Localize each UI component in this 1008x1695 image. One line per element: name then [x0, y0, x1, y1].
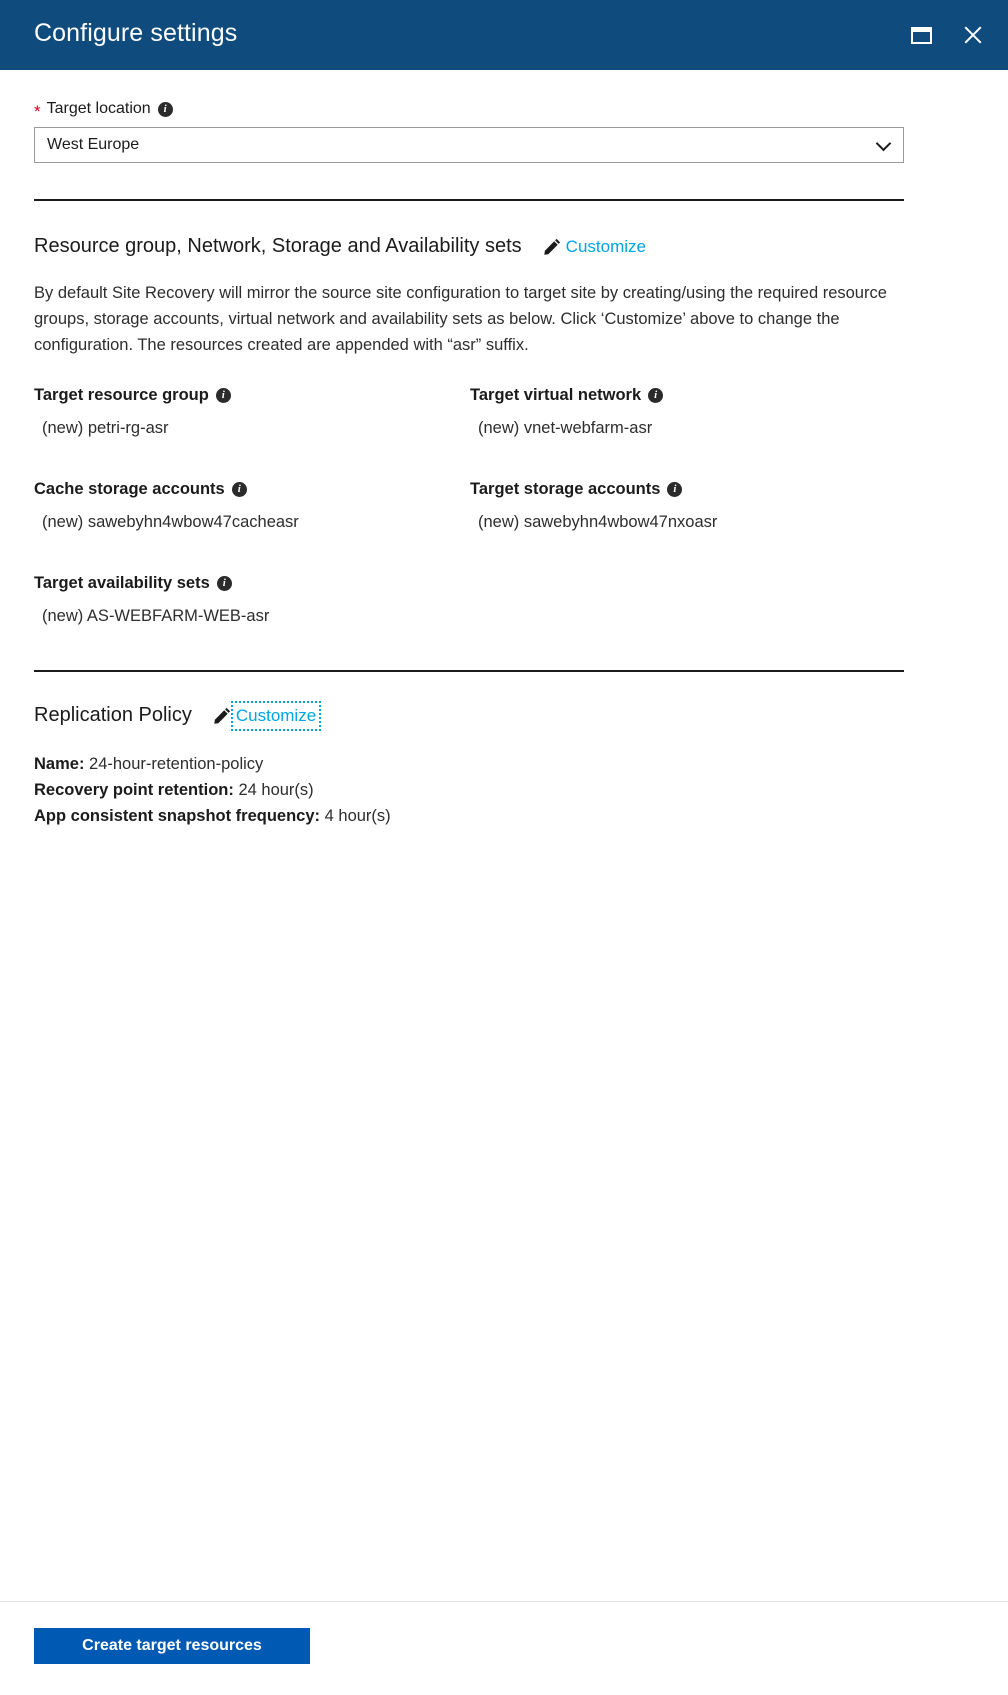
policy-snapshot-label: App consistent snapshot frequency:: [34, 807, 321, 825]
create-target-resources-button[interactable]: Create target resources: [34, 1628, 310, 1664]
target-virtual-network-cell: Target virtual network i (new) vnet-webf…: [470, 386, 906, 438]
info-icon[interactable]: i: [157, 101, 173, 117]
empty-cell: [470, 574, 906, 626]
maximize-icon: [910, 26, 932, 44]
grid-spacer: [470, 438, 906, 480]
divider-top: [34, 199, 904, 201]
required-marker: *: [34, 101, 41, 121]
close-button[interactable]: [956, 18, 990, 52]
cache-storage-accounts-value: (new) sawebyhn4wbow47cacheasr: [42, 513, 299, 531]
resources-section-description: By default Site Recovery will mirror the…: [34, 284, 887, 354]
page-title: Configure settings: [34, 18, 238, 47]
blade-header: Configure settings: [0, 0, 1008, 70]
target-resource-group-value: (new) petri-rg-asr: [42, 419, 169, 437]
target-availability-sets-label: Target availability sets: [34, 574, 210, 592]
policy-name-value: 24-hour-retention-policy: [89, 755, 264, 773]
target-resources-grid: Target resource group i (new) petri-rg-a…: [34, 386, 974, 626]
resources-section-header: Resource group, Network, Storage and Ava…: [34, 235, 974, 258]
target-virtual-network-label: Target virtual network: [470, 386, 642, 404]
replication-policy-details: Name: 24-hour-retention-policy Recovery …: [34, 751, 974, 829]
policy-retention-label: Recovery point retention:: [34, 781, 234, 799]
target-location-label-row: * Target location i: [34, 100, 974, 121]
customize-resources-link[interactable]: Customize: [566, 237, 646, 257]
target-storage-accounts-label-row: Target storage accounts i: [470, 480, 906, 499]
policy-snapshot-row: App consistent snapshot frequency: 4 hou…: [34, 803, 974, 829]
policy-snapshot-value: 4 hour(s): [324, 807, 391, 825]
target-storage-accounts-label: Target storage accounts: [470, 480, 661, 498]
target-virtual-network-value: (new) vnet-webfarm-asr: [478, 419, 653, 437]
target-resource-group-label-row: Target resource group i: [34, 386, 470, 405]
target-availability-sets-label-row: Target availability sets i: [34, 574, 470, 593]
policy-retention-row: Recovery point retention: 24 hour(s): [34, 777, 974, 803]
maximize-button[interactable]: [904, 18, 938, 52]
target-virtual-network-label-row: Target virtual network i: [470, 386, 906, 405]
target-location-label: Target location: [46, 100, 151, 117]
configure-settings-blade: Configure settings * Target location i W…: [0, 0, 1008, 1695]
customize-policy-link[interactable]: Customize: [230, 700, 322, 731]
pencil-icon: [543, 238, 561, 255]
blade-body: * Target location i West Europe Resource…: [0, 70, 1008, 1601]
target-storage-accounts-cell: Target storage accounts i (new) sawebyhn…: [470, 480, 906, 532]
blade-footer: Create target resources: [0, 1601, 1008, 1695]
pencil-icon: [214, 707, 231, 724]
info-icon[interactable]: i: [215, 388, 231, 403]
target-availability-sets-cell: Target availability sets i (new) AS-WEBF…: [34, 574, 470, 626]
grid-spacer: [470, 532, 906, 574]
close-icon: [962, 24, 984, 46]
info-icon[interactable]: i: [648, 388, 664, 403]
cache-storage-accounts-label: Cache storage accounts: [34, 480, 225, 498]
target-location-select[interactable]: West Europe: [34, 127, 904, 163]
target-storage-accounts-value: (new) sawebyhn4wbow47nxoasr: [478, 513, 718, 531]
grid-spacer: [34, 438, 470, 480]
target-resource-group-cell: Target resource group i (new) petri-rg-a…: [34, 386, 470, 438]
resources-section-heading: Resource group, Network, Storage and Ava…: [34, 235, 522, 257]
target-resource-group-label: Target resource group: [34, 386, 209, 404]
policy-name-label: Name:: [34, 755, 85, 773]
window-controls: [904, 18, 990, 52]
replication-policy-heading: Replication Policy: [34, 704, 192, 726]
info-icon[interactable]: i: [216, 576, 232, 591]
info-icon[interactable]: i: [667, 482, 683, 497]
info-icon[interactable]: i: [231, 482, 247, 497]
target-location-value: West Europe: [47, 136, 140, 153]
cache-storage-accounts-label-row: Cache storage accounts i: [34, 480, 470, 499]
chevron-down-icon: [875, 135, 892, 152]
policy-retention-value: 24 hour(s): [238, 781, 314, 799]
replication-policy-header: Replication Policy Customize: [34, 700, 974, 731]
cache-storage-accounts-cell: Cache storage accounts i (new) sawebyhn4…: [34, 480, 470, 532]
grid-spacer: [34, 532, 470, 574]
divider-bottom: [34, 670, 904, 672]
policy-name-row: Name: 24-hour-retention-policy: [34, 751, 974, 777]
target-availability-sets-value: (new) AS-WEBFARM-WEB-asr: [42, 607, 270, 625]
